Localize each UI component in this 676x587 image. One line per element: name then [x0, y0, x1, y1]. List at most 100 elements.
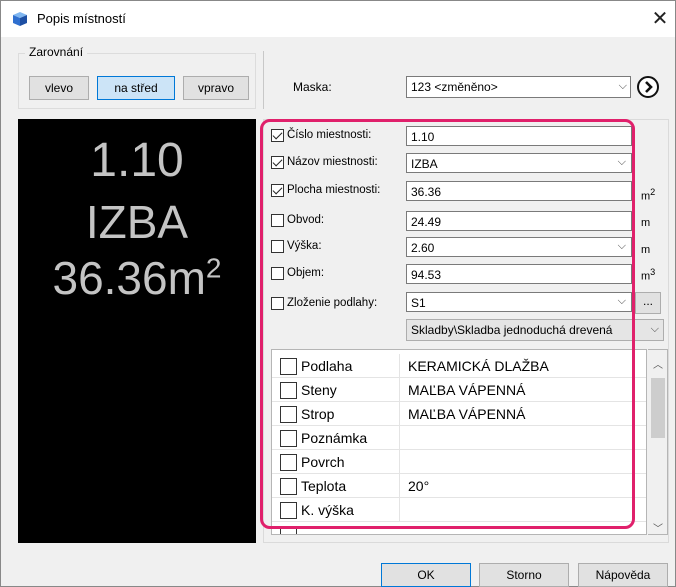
column-divider [399, 498, 400, 522]
unit-perimeter: m [641, 217, 651, 229]
volume-field[interactable]: 94.53 [406, 264, 632, 284]
room-name-value: IZBA [411, 157, 438, 171]
table-row[interactable]: Teplota 20° [272, 474, 646, 498]
perimeter-value: 24.49 [411, 215, 442, 229]
row-name: Strop [301, 406, 335, 422]
checkbox-height[interactable] [271, 240, 284, 253]
checkbox-room-number[interactable] [271, 129, 284, 142]
room-number-value: 1.10 [411, 130, 435, 144]
label-volume: Objem: [287, 267, 325, 279]
row-checkbox[interactable] [280, 454, 297, 471]
unit-area: m2 [641, 187, 655, 203]
floor-composition-select[interactable]: S1 ⌵ [406, 292, 632, 312]
label-preview: 1.10 IZBA 36.36m2 [18, 119, 256, 543]
row-checkbox[interactable] [280, 478, 297, 495]
room-area-field[interactable]: 36.36 [406, 181, 632, 201]
arrow-right-circle-icon[interactable] [637, 76, 659, 98]
checkbox-volume[interactable] [271, 267, 284, 280]
chevron-down-icon: ⌵ [617, 295, 626, 307]
row-name: Steny [301, 382, 337, 398]
browse-button[interactable]: ... [635, 292, 661, 314]
column-divider [399, 354, 400, 378]
checkbox-room-name[interactable] [271, 156, 284, 169]
mask-value: 123 <změněno> [411, 80, 498, 94]
app-icon [13, 12, 27, 26]
table-row[interactable]: Podlaha KERAMICKÁ DLAŽBA [272, 354, 646, 378]
row-name: Povrch [301, 454, 345, 470]
row-checkbox[interactable] [280, 430, 297, 447]
checkbox-room-area[interactable] [271, 184, 284, 197]
room-number-field[interactable]: 1.10 [406, 126, 632, 146]
checkbox-floor-composition[interactable] [271, 297, 284, 310]
label-room-number: Číslo miestnosti: [287, 129, 372, 141]
unit-height: m [641, 244, 651, 256]
chevron-down-icon: ⌵ [650, 323, 659, 335]
perimeter-field[interactable]: 24.49 [406, 211, 632, 231]
row-value[interactable]: 20° [408, 478, 429, 494]
close-icon[interactable]: ✕ [646, 6, 674, 32]
unit-volume-sup: 3 [650, 267, 656, 277]
preview-area-value: 36.36m [52, 252, 206, 304]
unit-area-base: m [641, 190, 651, 203]
column-divider [399, 450, 400, 474]
row-checkbox[interactable] [280, 358, 297, 375]
table-row[interactable]: K. výška [272, 498, 646, 522]
unit-volume: m3 [641, 267, 655, 283]
row-checkbox[interactable] [280, 406, 297, 423]
column-divider [399, 402, 400, 426]
chevron-down-icon: ⌵ [618, 80, 627, 92]
row-name: Teplota [301, 478, 347, 494]
align-left-button[interactable]: vlevo [29, 76, 89, 100]
label-room-name: Názov miestnosti: [287, 156, 378, 168]
chevron-down-icon[interactable]: ﹀ [653, 520, 663, 535]
table-row[interactable] [272, 522, 646, 534]
align-center-button[interactable]: na střed [97, 76, 175, 100]
title-bar: Popis místností ✕ [1, 1, 675, 37]
label-height: Výška: [287, 240, 322, 252]
chevron-down-icon: ⌵ [617, 156, 626, 168]
row-name: Poznámka [301, 430, 368, 446]
mask-label: Maska: [293, 80, 332, 94]
preview-area-sup: 2 [205, 252, 222, 284]
floor-path-value: Skladby\Skladba jednoduchá drevená [411, 323, 613, 337]
preview-area: 36.36m2 [18, 251, 256, 305]
room-name-select[interactable]: IZBA ⌵ [406, 153, 632, 173]
ok-button[interactable]: OK [381, 563, 471, 587]
label-perimeter: Obvod: [287, 214, 325, 226]
cancel-button[interactable]: Storno [479, 563, 569, 587]
row-name: Podlaha [301, 358, 353, 374]
table-row[interactable]: Povrch [272, 450, 646, 474]
chevron-down-icon: ⌵ [617, 240, 626, 252]
floor-composition-value: S1 [411, 296, 426, 310]
column-divider [399, 378, 400, 402]
checkbox-perimeter[interactable] [271, 214, 284, 227]
row-name: K. výška [301, 502, 354, 518]
row-checkbox[interactable] [280, 526, 297, 534]
divider [263, 51, 264, 109]
window-title: Popis místností [37, 11, 126, 26]
table-row[interactable]: Strop MAĽBA VÁPENNÁ [272, 402, 646, 426]
table-row[interactable]: Poznámka [272, 426, 646, 450]
row-value[interactable]: MAĽBA VÁPENNÁ [408, 382, 526, 398]
row-checkbox[interactable] [280, 502, 297, 519]
chevron-up-icon[interactable]: ︿ [653, 356, 663, 371]
unit-area-sup: 2 [650, 187, 656, 197]
column-divider [399, 426, 400, 450]
preview-number: 1.10 [90, 134, 184, 187]
row-checkbox[interactable] [280, 382, 297, 399]
room-area-value: 36.36 [411, 185, 442, 199]
preview-name: IZBA [85, 196, 189, 248]
mask-select[interactable]: 123 <změněno> ⌵ [406, 76, 631, 98]
help-button[interactable]: Nápověda [578, 563, 668, 587]
dialog-window: Popis místností ✕ Zarovnání vlevo na stř… [0, 0, 676, 587]
row-value[interactable]: MAĽBA VÁPENNÁ [408, 406, 526, 422]
table-row[interactable]: Steny MAĽBA VÁPENNÁ [272, 378, 646, 402]
align-right-button[interactable]: vpravo [183, 76, 249, 100]
scrollbar-thumb[interactable] [651, 378, 665, 438]
row-value[interactable]: KERAMICKÁ DLAŽBA [408, 358, 549, 374]
floor-path-select[interactable]: Skladby\Skladba jednoduchá drevená ⌵ [406, 319, 664, 341]
label-room-area: Plocha miestnosti: [287, 184, 381, 196]
grid-scrollbar[interactable]: ︿ ﹀ [648, 349, 668, 535]
height-value: 2.60 [411, 241, 435, 255]
height-select[interactable]: 2.60 ⌵ [406, 237, 632, 257]
